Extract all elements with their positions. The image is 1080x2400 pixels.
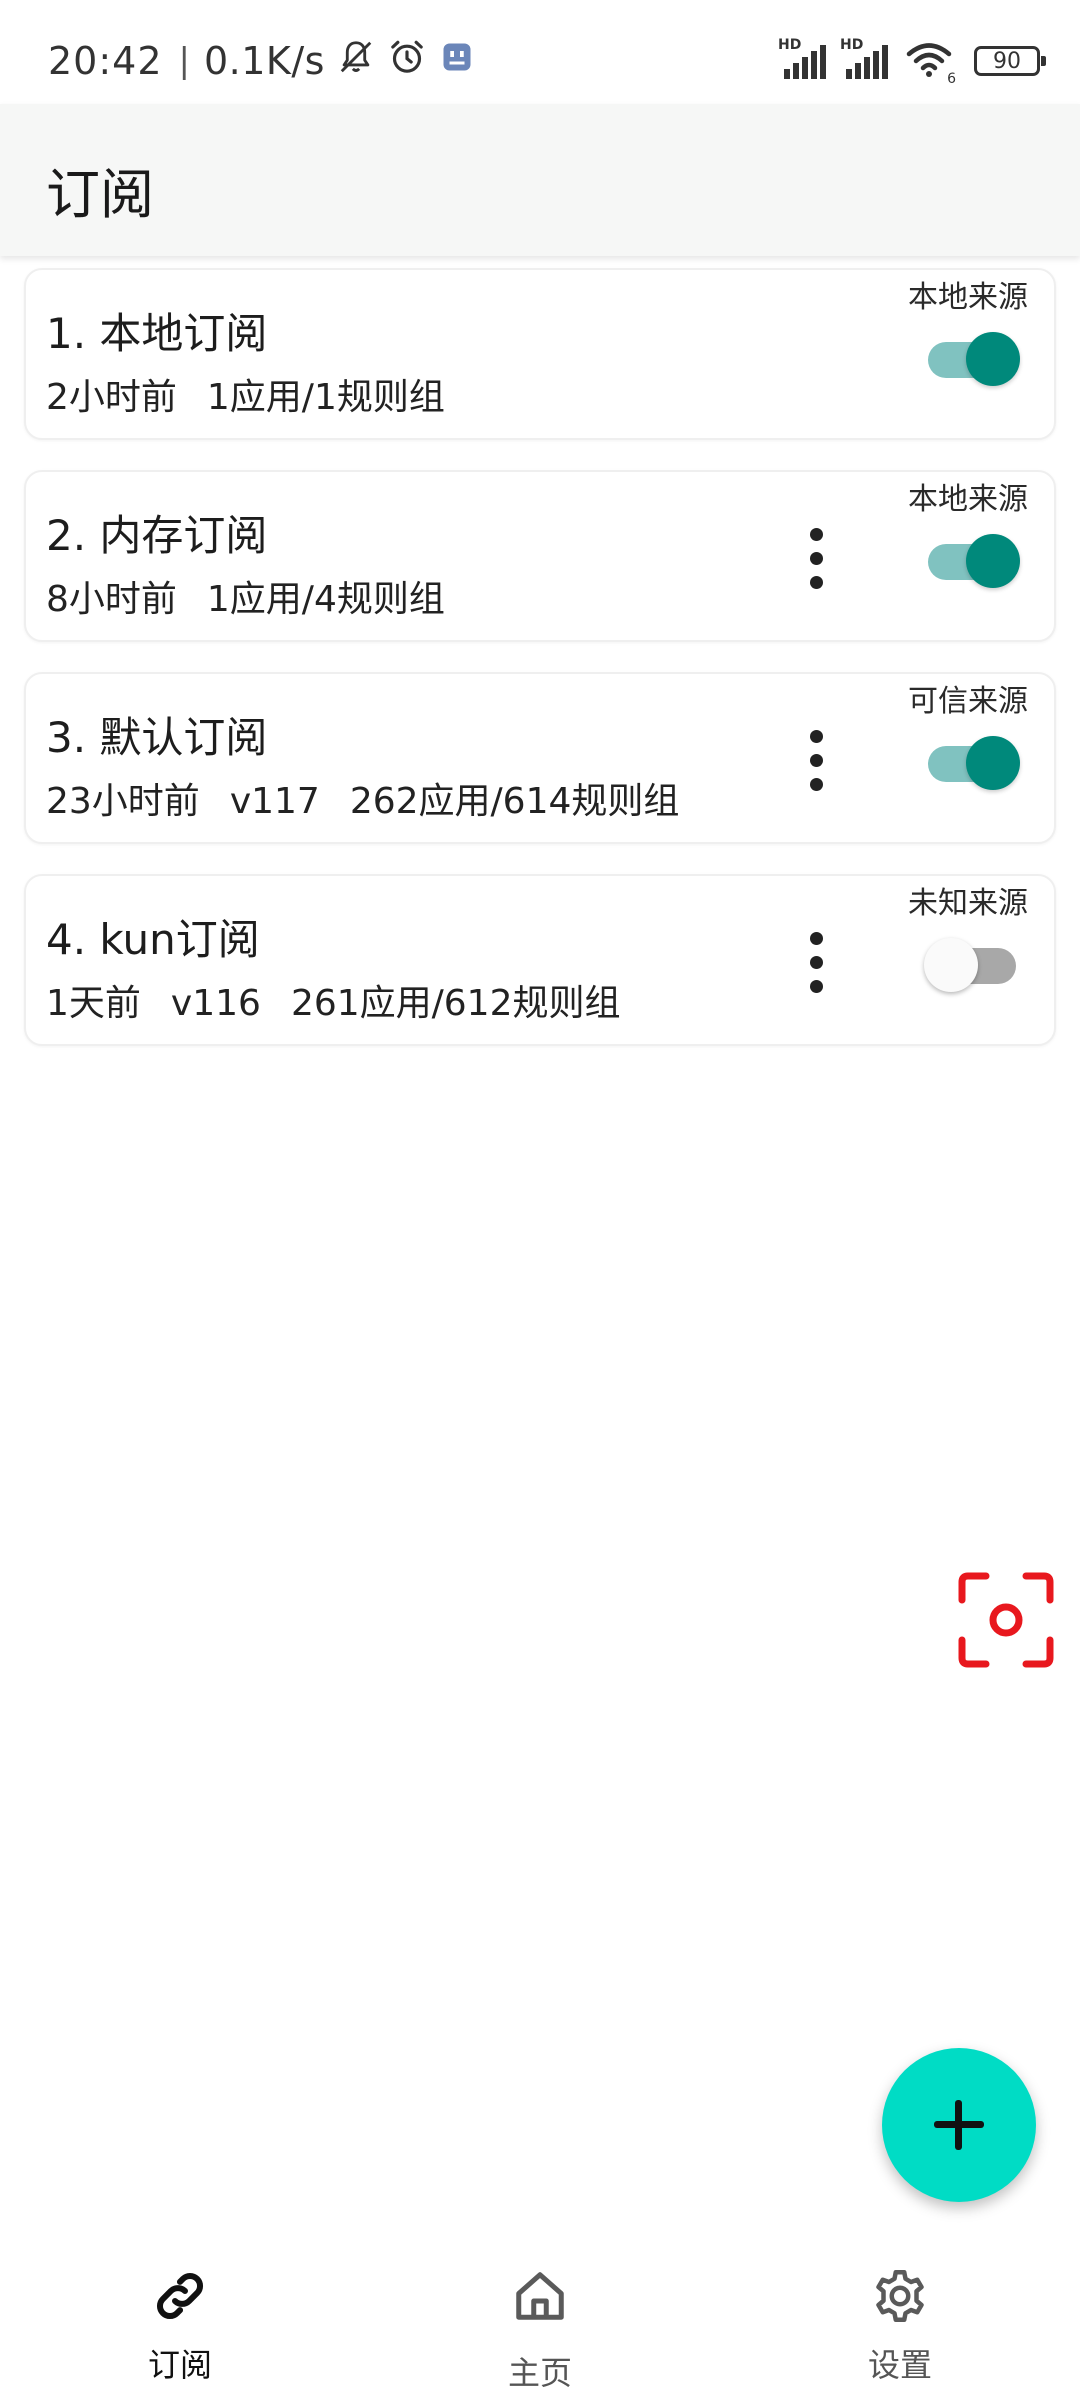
home-icon (510, 2266, 570, 2326)
nav-label: 设置 (867, 2346, 932, 2384)
signal-icon: HD (840, 37, 894, 81)
subscription-version: v116 (170, 983, 261, 1024)
more-vert-icon[interactable] (796, 524, 836, 592)
alarm-icon (387, 37, 427, 86)
subscription-enable-toggle[interactable] (924, 734, 1020, 790)
subscription-counts: 262应用/614规则组 (349, 781, 680, 822)
more-vert-icon[interactable] (796, 726, 836, 794)
page-title: 订阅 (46, 163, 154, 226)
subscription-enable-toggle[interactable] (924, 936, 1020, 992)
subscription-source-badge: 本地来源 (908, 482, 1028, 517)
subscription-title: 1. 本地订阅 (46, 309, 268, 358)
link-icon (150, 2266, 210, 2326)
status-left: 20:42 | 0.1K/s (48, 36, 475, 86)
subscription-counts: 261应用/612规则组 (290, 983, 621, 1024)
signal-icon: HD (778, 37, 832, 81)
subscription-counts: 1应用/4规则组 (206, 579, 445, 620)
battery-icon: 90 (974, 46, 1046, 76)
toggle-thumb (966, 332, 1020, 386)
bell-off-icon (337, 38, 375, 85)
subscription-enable-toggle[interactable] (924, 532, 1020, 588)
subscription-meta: 2小时前 1应用/1规则组 (46, 368, 475, 420)
bottom-navigation: 订阅 主页 设置 (0, 2242, 1080, 2400)
subscription-source-badge: 未知来源 (908, 886, 1028, 921)
subscription-meta: 1天前 v116 261应用/612规则组 (46, 974, 651, 1026)
subscription-version: v117 (229, 781, 320, 822)
wifi-sub-label: 6 (947, 71, 956, 87)
network-speed: 0.1K/s (203, 39, 325, 83)
add-subscription-button[interactable] (882, 2048, 1036, 2202)
toggle-thumb (966, 736, 1020, 790)
nav-label: 主页 (507, 2354, 572, 2392)
battery-level: 90 (993, 48, 1021, 74)
nav-label: 订阅 (147, 2346, 212, 2384)
subscription-updated: 1天前 (46, 983, 141, 1024)
subscription-card-3[interactable]: 3. 默认订阅 23小时前 v117 262应用/614规则组 可信来源 (24, 672, 1056, 844)
wifi-icon: 6 (906, 41, 956, 87)
more-vert-icon[interactable] (796, 928, 836, 996)
screenshot-snapshot-icon[interactable] (958, 1572, 1054, 1668)
status-separator: | (178, 41, 190, 81)
subscription-meta: 23小时前 v117 262应用/614规则组 (46, 772, 709, 824)
subscription-source-badge: 本地来源 (908, 280, 1028, 315)
subscription-source-badge: 可信来源 (908, 684, 1028, 719)
subscription-updated: 2小时前 (46, 377, 177, 418)
status-right: HD HD 6 90 (778, 36, 1046, 87)
nav-item-settings[interactable]: 设置 (800, 2242, 1000, 2400)
nav-item-subscriptions[interactable]: 订阅 (80, 2242, 280, 2400)
subscription-card-2[interactable]: 2. 内存订阅 8小时前 1应用/4规则组 本地来源 (24, 470, 1056, 642)
subscription-counts: 1应用/1规则组 (206, 377, 445, 418)
subscription-title: 4. kun订阅 (46, 915, 260, 964)
toggle-thumb (966, 534, 1020, 588)
subscription-enable-toggle[interactable] (924, 330, 1020, 386)
nav-item-home[interactable]: 主页 (440, 2242, 640, 2400)
gear-icon (870, 2266, 930, 2326)
subscription-meta: 8小时前 1应用/4规则组 (46, 570, 475, 622)
subscription-card-1[interactable]: 1. 本地订阅 2小时前 1应用/1规则组 本地来源 (24, 268, 1056, 440)
toggle-thumb (924, 938, 978, 992)
subscription-title: 3. 默认订阅 (46, 713, 268, 762)
status-bar: 20:42 | 0.1K/s HD HD 6 90 (0, 0, 1080, 104)
subscription-updated: 8小时前 (46, 579, 177, 620)
status-time: 20:42 (48, 39, 163, 83)
app-notification-icon (439, 39, 475, 84)
subscription-updated: 23小时前 (46, 781, 200, 822)
subscription-title: 2. 内存订阅 (46, 511, 268, 560)
subscription-card-4[interactable]: 4. kun订阅 1天前 v116 261应用/612规则组 未知来源 (24, 874, 1056, 1046)
app-bar: 订阅 (0, 104, 1080, 256)
